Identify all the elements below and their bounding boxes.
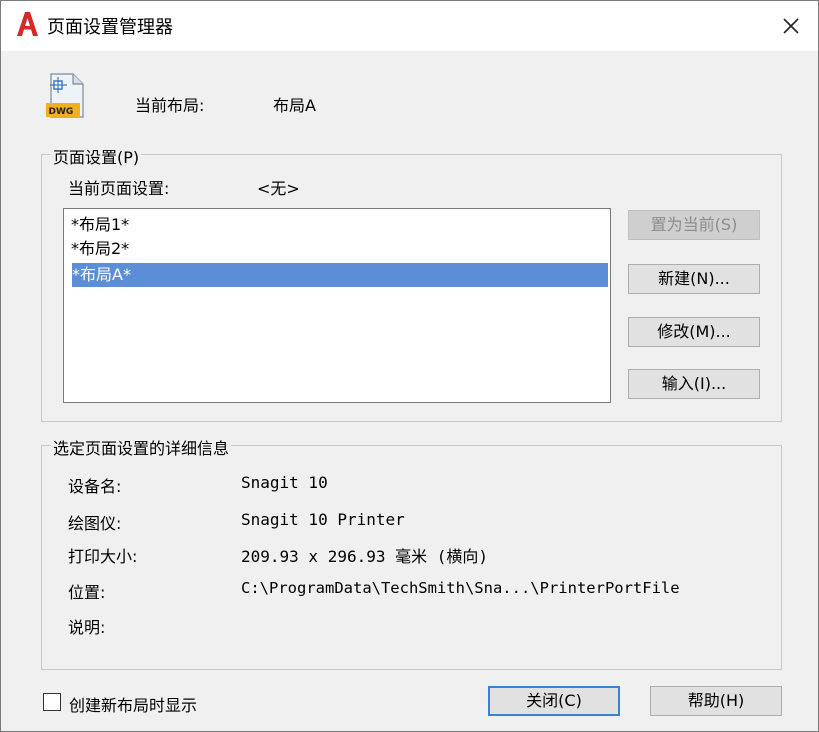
svg-text:DWG: DWG <box>49 107 74 117</box>
show-on-new-layout-label[interactable]: 创建新布局时显示 <box>69 692 197 716</box>
current-page-setup-label: 当前页面设置: <box>68 179 170 198</box>
list-item-selected[interactable]: *布局A* <box>72 263 608 287</box>
set-current-button[interactable]: 置为当前(S) <box>628 210 760 240</box>
new-button[interactable]: 新建(N)... <box>628 264 760 294</box>
modify-button[interactable]: 修改(M)... <box>628 317 760 347</box>
location-label: 位置: <box>68 583 106 602</box>
description-label: 说明: <box>68 618 106 637</box>
details-legend: 选定页面设置的详细信息 <box>51 435 232 459</box>
list-item[interactable]: *布局2* <box>71 237 129 261</box>
import-button[interactable]: 输入(I)... <box>628 369 760 399</box>
page-setup-legend: 页面设置(P) <box>51 144 142 168</box>
close-icon[interactable] <box>778 13 804 39</box>
plotter-value: Snagit 10 Printer <box>241 510 405 529</box>
plot-size-label: 打印大小: <box>68 547 138 566</box>
title-bar: 页面设置管理器 <box>1 1 818 51</box>
current-page-setup-value: <无> <box>257 179 300 198</box>
page-setup-manager-dialog: 页面设置管理器 DWG 当前布局: 布局A 页面设置(P) 当前页面设置: <无… <box>0 0 819 732</box>
device-name-label: 设备名: <box>68 477 122 496</box>
location-value: C:\ProgramData\TechSmith\Sna...\PrinterP… <box>241 579 680 597</box>
device-name-value: Snagit 10 <box>241 473 328 492</box>
close-button[interactable]: 关闭(C) <box>488 686 620 716</box>
list-item[interactable]: *布局1* <box>71 213 129 237</box>
autocad-logo-icon <box>17 12 38 36</box>
current-layout-label: 当前布局: <box>135 96 205 115</box>
show-on-new-layout-checkbox[interactable] <box>43 693 61 711</box>
window-title: 页面设置管理器 <box>47 17 173 38</box>
dwg-file-icon: DWG <box>46 73 84 118</box>
current-layout-value: 布局A <box>273 96 316 115</box>
page-setup-list[interactable]: *布局1* *布局2* *布局A* <box>63 208 611 403</box>
plotter-label: 绘图仪: <box>68 514 122 533</box>
help-button[interactable]: 帮助(H) <box>650 686 782 716</box>
plot-size-value: 209.93 x 296.93 毫米 (横向) <box>241 547 489 566</box>
